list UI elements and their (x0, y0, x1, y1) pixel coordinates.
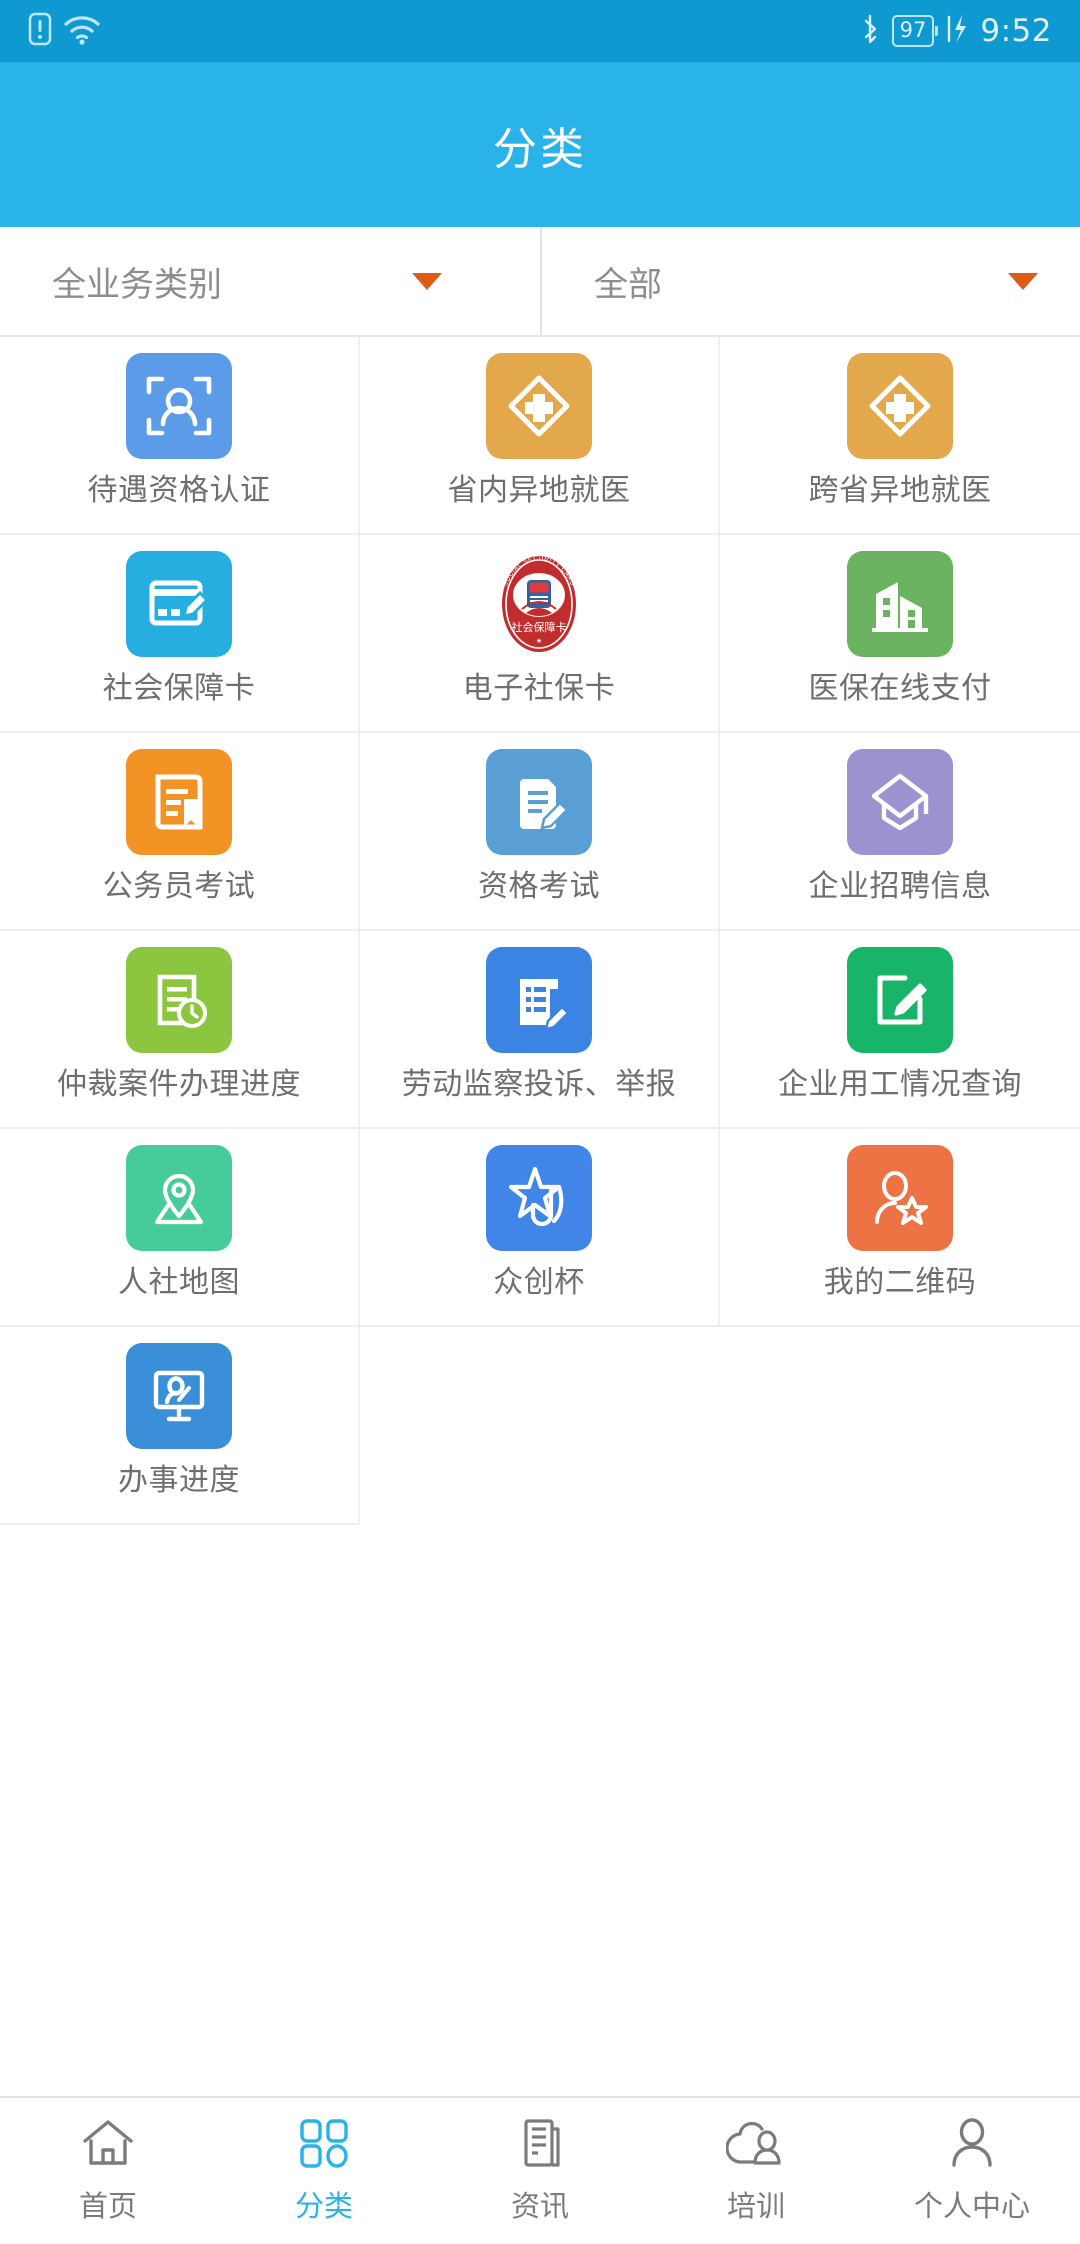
status-bar-right-icons: 97 9:52 (860, 13, 1052, 49)
news-icon (512, 2117, 568, 2173)
grid-item-innovation-cup[interactable]: 众创杯 (360, 1129, 720, 1327)
grid-item-label: 企业招聘信息 (808, 869, 992, 904)
grid-item-label: 众创杯 (493, 1265, 585, 1300)
medical-cross-icon (486, 353, 592, 459)
chevron-down-icon (412, 272, 442, 290)
grid-item-medical-online-payment[interactable]: 医保在线支付 (720, 535, 1080, 733)
grid-item-hr-map[interactable]: 人社地图 (0, 1129, 360, 1327)
tab-training[interactable]: 培训 (648, 2117, 864, 2225)
svg-text:★: ★ (536, 637, 542, 645)
app-screen: 97 9:52 分类 全业务类别 全部 待遇资格认证 省内异地就医 跨省异地就医… (0, 0, 1080, 2244)
map-pin-icon (126, 1145, 232, 1251)
tab-news[interactable]: 资讯 (432, 2117, 648, 2225)
grid-item-labor-complaint[interactable]: 劳动监察投诉、举报 (360, 931, 720, 1129)
tab-profile-label: 个人中心 (913, 2189, 1030, 2223)
star-flame-icon (486, 1145, 592, 1251)
filter-scope[interactable]: 全部 (540, 227, 1080, 335)
tab-profile[interactable]: 个人中心 (864, 2117, 1080, 2225)
grid-item-label: 公务员考试 (102, 869, 256, 904)
document-list-pencil-icon (486, 947, 592, 1053)
tab-home-label: 首页 (78, 2189, 137, 2223)
sim-alert-icon (28, 12, 52, 50)
graduation-cap-icon (847, 749, 953, 855)
card-edit-icon (126, 551, 232, 657)
grid-item-electronic-ss-card[interactable]: SOCIAL SECURITY CARD 社会保障卡 ★ 电子社保卡 (360, 535, 720, 733)
grid-item-face-certification[interactable]: 待遇资格认证 (0, 337, 360, 535)
grid-item-label: 人社地图 (118, 1265, 240, 1300)
grid-item-label: 待遇资格认证 (87, 473, 271, 508)
grid-item-employment-query[interactable]: 企业用工情况查询 (720, 931, 1080, 1129)
grid-item-social-security-card[interactable]: 社会保障卡 (0, 535, 360, 733)
grid-item-label: 资格考试 (478, 869, 600, 904)
grid-item-cross-province-medical[interactable]: 跨省异地就医 (720, 337, 1080, 535)
grid-item-my-qr-code[interactable]: 我的二维码 (720, 1129, 1080, 1327)
document-pencil-icon (486, 749, 592, 855)
grid-item-label: 电子社保卡 (462, 671, 616, 706)
status-bar-clock: 9:52 (980, 13, 1052, 49)
grid-item-label: 社会保障卡 (102, 671, 256, 706)
grid-item-civil-service-exam[interactable]: 公务员考试 (0, 733, 360, 931)
status-bar: 97 9:52 (0, 0, 1080, 62)
grid-item-affairs-progress[interactable]: 办事进度 (0, 1327, 360, 1525)
person-star-icon (847, 1145, 953, 1251)
grid-item-label: 企业用工情况查询 (778, 1067, 1022, 1102)
bluetooth-icon (860, 13, 880, 49)
grid-filler-cell (360, 1327, 720, 1525)
cloud-person-icon (725, 2117, 786, 2173)
grid-item-label: 办事进度 (118, 1463, 240, 1498)
tab-category-label: 分类 (294, 2189, 353, 2223)
home-icon (80, 2117, 136, 2173)
grid-filler-cell (720, 1327, 1080, 1525)
grid-item-enterprise-recruitment[interactable]: 企业招聘信息 (720, 733, 1080, 931)
status-bar-left-icons (28, 12, 102, 50)
document-clock-icon (126, 947, 232, 1053)
filter-business-category[interactable]: 全业务类别 (0, 227, 540, 335)
grid-item-label: 我的二维码 (823, 1265, 977, 1300)
person-icon (944, 2117, 1000, 2173)
filter-business-category-label: 全业务类别 (52, 264, 222, 305)
bookmark-book-icon (126, 749, 232, 855)
hospital-building-icon (847, 551, 953, 657)
grid-item-label: 跨省异地就医 (808, 473, 992, 508)
chevron-down-icon (1008, 272, 1038, 290)
wifi-icon (62, 12, 102, 50)
tab-news-label: 资讯 (510, 2189, 569, 2223)
face-scan-icon (126, 353, 232, 459)
grid-item-label: 省内异地就医 (447, 473, 631, 508)
svg-text:社会保障卡: 社会保障卡 (512, 620, 567, 634)
medical-cross-icon (847, 353, 953, 459)
grid-item-intra-province-medical[interactable]: 省内异地就医 (360, 337, 720, 535)
service-grid: 待遇资格认证 省内异地就医 跨省异地就医 社会保障卡 SOCIAL SECURI… (0, 337, 1080, 2096)
tab-category[interactable]: 分类 (216, 2117, 432, 2225)
grid-item-label: 医保在线支付 (808, 671, 992, 706)
tab-training-label: 培训 (726, 2189, 785, 2223)
grid-item-arbitration-progress[interactable]: 仲裁案件办理进度 (0, 931, 360, 1129)
monitor-person-icon (126, 1343, 232, 1449)
social-security-card-emblem-icon: SOCIAL SECURITY CARD 社会保障卡 ★ (486, 551, 592, 657)
note-pencil-icon (847, 947, 953, 1053)
grid-item-label: 仲裁案件办理进度 (57, 1067, 301, 1102)
charging-icon (946, 13, 968, 49)
grid-icon (296, 2117, 352, 2173)
battery-icon: 97 (891, 15, 935, 47)
header-bar: 分类 (0, 62, 1080, 227)
grid-item-label: 劳动监察投诉、举报 (401, 1067, 677, 1102)
filter-bar: 全业务类别 全部 (0, 227, 1080, 337)
grid-item-qualification-exam[interactable]: 资格考试 (360, 733, 720, 931)
filter-scope-label: 全部 (594, 264, 662, 305)
page-title: 分类 (493, 123, 587, 175)
bottom-navigation-bar: 首页 分类 资讯 培训 个人中心 (0, 2096, 1080, 2244)
tab-home[interactable]: 首页 (0, 2117, 216, 2225)
